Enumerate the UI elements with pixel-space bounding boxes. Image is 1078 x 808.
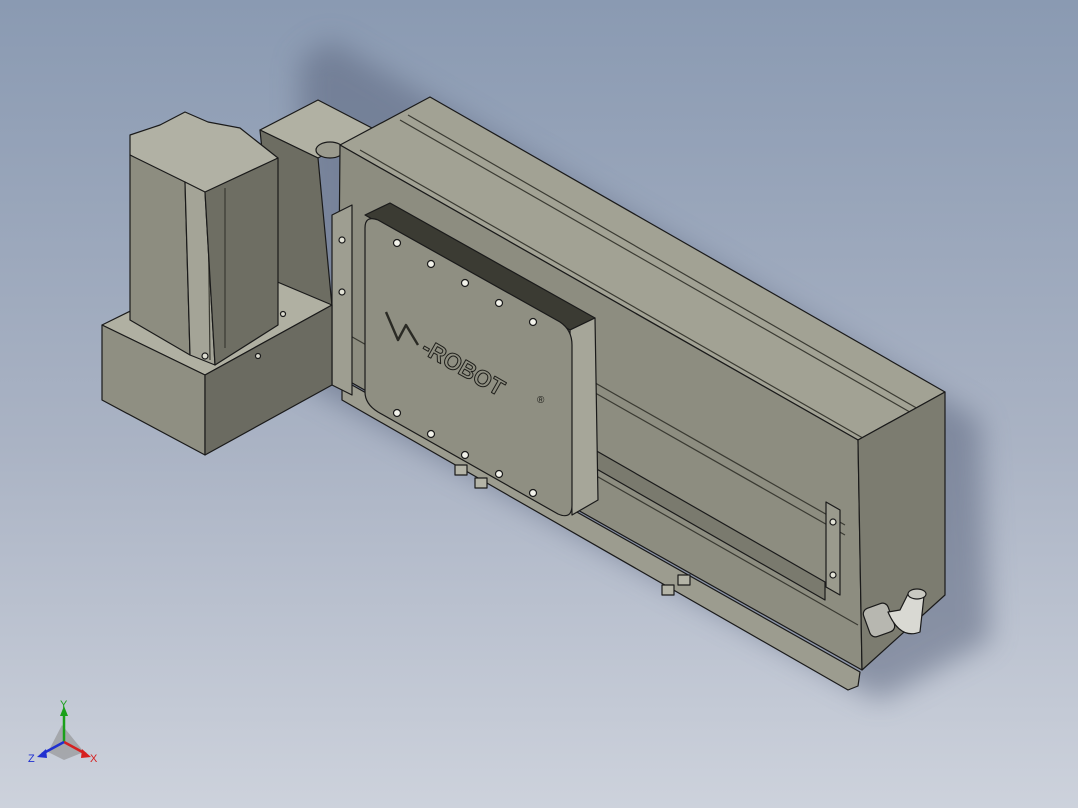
bottom-tab (474, 477, 488, 489)
y-axis-label: Y (60, 699, 68, 711)
end-plate-screw (829, 518, 837, 526)
carriage-back-screw (338, 236, 346, 244)
bottom-tab (661, 584, 675, 596)
carriage-screw (494, 298, 504, 308)
bottom-tab (677, 574, 691, 586)
z-axis-label: Z (28, 753, 35, 765)
carriage-back-plate (331, 204, 353, 396)
motor-mount-screw (201, 352, 209, 360)
bottom-tab (454, 464, 468, 476)
carriage-back-screw (338, 288, 346, 296)
fitting-port (907, 588, 927, 600)
carriage-screw (494, 469, 504, 479)
motor-front-face (129, 154, 191, 356)
carriage-screw (460, 450, 470, 460)
registered-mark: ® (537, 395, 545, 406)
end-plate (825, 501, 841, 596)
carriage-screw (392, 238, 402, 248)
motor-mount-screw (279, 310, 287, 318)
x-axis-label: X (90, 753, 98, 765)
cad-viewport[interactable]: -ROBOT ® Y X Z (0, 0, 1078, 808)
carriage-screw (426, 259, 436, 269)
motor-base-screw (254, 352, 262, 360)
end-plate-screw (829, 571, 837, 579)
carriage-side-face (569, 317, 599, 516)
carriage-screw (426, 429, 436, 439)
carriage-screw (460, 278, 470, 288)
carriage-screw (392, 408, 402, 418)
carriage-screw (528, 317, 538, 327)
carriage-screw (528, 488, 538, 498)
